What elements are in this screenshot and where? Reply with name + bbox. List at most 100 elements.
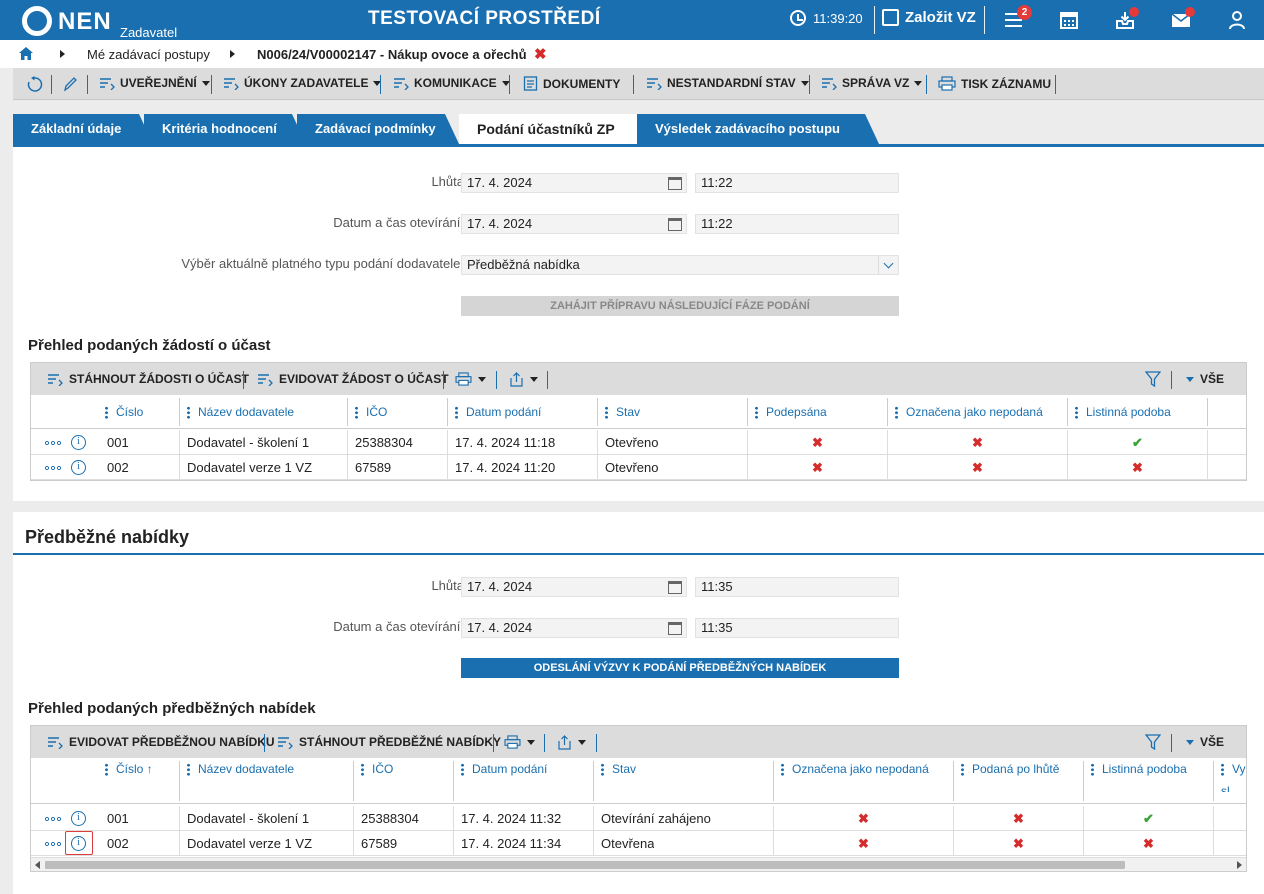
column-header-cislo[interactable]: Číslo	[97, 395, 143, 429]
column-header-stav[interactable]: Stav	[593, 758, 636, 792]
odeslani-vyzvy-button[interactable]: ODESLÁNÍ VÝZVY K PODÁNÍ PŘEDBĚŽNÝCH NABÍ…	[461, 658, 899, 678]
export-menu-button[interactable]	[509, 372, 538, 387]
table-row[interactable]: i 001 Dodavatel - školení 1 25388304 17.…	[31, 430, 1246, 455]
table-row[interactable]: i 001 Dodavatel - školení 1 25388304 17.…	[31, 806, 1246, 831]
list-action-icon	[822, 78, 837, 90]
lhuta-date-field[interactable]: 17. 4. 2024	[461, 173, 687, 193]
column-header-nepodana[interactable]: Označena jako nepodaná	[773, 758, 929, 792]
nen-logo[interactable]: NEN Zadavatel	[22, 4, 177, 40]
info-icon[interactable]: i	[71, 435, 86, 450]
filter-icon[interactable]	[1145, 371, 1161, 387]
tab-kriteria-hodnoceni[interactable]: Kritéria hodnocení	[144, 114, 306, 144]
column-header-datum[interactable]: Datum podání	[453, 758, 547, 792]
action-dokumenty[interactable]: DOKUMENTY	[523, 76, 620, 91]
close-icon[interactable]: ✖	[534, 45, 547, 63]
scroll-left-icon[interactable]	[35, 861, 40, 869]
logo-subtitle: Zadavatel	[120, 25, 178, 40]
column-menu-icon[interactable]	[105, 763, 108, 777]
calendar-icon[interactable]	[668, 622, 682, 635]
column-header-ico[interactable]: IČO	[353, 758, 393, 792]
user-icon[interactable]	[1226, 9, 1248, 31]
tab-vysledek[interactable]: Výsledek zadávacího postupu	[637, 114, 879, 144]
show-all-button[interactable]: VŠE	[1186, 372, 1224, 386]
column-header-datum[interactable]: Datum podání	[447, 395, 541, 429]
column-menu-icon[interactable]	[187, 406, 190, 420]
evidovat-predbeznou-button[interactable]: EVIDOVAT PŘEDBĚŽNOU NABÍDKU	[47, 735, 275, 749]
otevirani-date-field[interactable]: 17. 4. 2024	[461, 618, 687, 638]
action-tisk-zaznamu[interactable]: TISK ZÁZNAMU	[938, 76, 1051, 91]
column-header-listinna[interactable]: Listinná podoba	[1083, 758, 1187, 792]
action-nestandardni-stav[interactable]: NESTANDARDNÍ STAV	[646, 76, 809, 90]
column-header-ico[interactable]: IČO	[347, 395, 387, 429]
more-options-icon[interactable]	[44, 817, 62, 821]
table-row[interactable]: i 002 Dodavatel verze 1 VZ 67589 17. 4. …	[31, 455, 1246, 480]
stahnout-predbezne-button[interactable]: STÁHNOUT PŘEDBĚŽNÉ NABÍDKY	[277, 735, 501, 749]
column-menu-icon[interactable]	[605, 406, 608, 420]
column-header-nepodana[interactable]: Označena jako nepodaná	[887, 395, 1043, 429]
stahnout-zadosti-button[interactable]: STÁHNOUT ŽÁDOSTI O ÚČAST	[47, 372, 249, 386]
column-menu-icon[interactable]	[895, 406, 898, 420]
more-options-icon[interactable]	[44, 466, 62, 470]
lhuta-date-field[interactable]: 17. 4. 2024	[461, 577, 687, 597]
typ-podani-select[interactable]: Předběžná nabídka	[461, 255, 899, 275]
column-header-podepsana[interactable]: Podepsána	[747, 395, 827, 429]
column-header-truncated[interactable]: Vy sl	[1213, 758, 1246, 792]
home-icon[interactable]	[19, 47, 33, 60]
scroll-thumb[interactable]	[45, 861, 1125, 869]
calendar-icon[interactable]	[668, 218, 682, 231]
column-menu-icon[interactable]	[781, 763, 784, 777]
filter-icon[interactable]	[1145, 734, 1161, 750]
calendar-icon[interactable]	[668, 177, 682, 190]
action-ukony-zadavatele[interactable]: ÚKONY ZADAVATELE	[223, 76, 382, 90]
calendar-icon[interactable]	[668, 581, 682, 594]
evidovat-zadost-button[interactable]: EVIDOVAT ŽÁDOST O ÚČAST	[257, 372, 449, 386]
column-header-nazev[interactable]: Název dodavatele	[179, 758, 294, 792]
info-icon[interactable]: i	[71, 460, 86, 475]
print-menu-button[interactable]	[455, 372, 486, 386]
more-options-icon[interactable]	[44, 842, 62, 846]
pencil-icon[interactable]	[63, 76, 77, 92]
lhuta-time-field[interactable]: 11:35	[695, 577, 899, 597]
more-options-icon[interactable]	[44, 441, 62, 445]
column-header-nazev[interactable]: Název dodavatele	[179, 395, 294, 429]
column-menu-icon[interactable]	[1091, 763, 1094, 777]
column-menu-icon[interactable]	[355, 406, 358, 420]
column-menu-icon[interactable]	[461, 763, 464, 777]
chevron-down-icon[interactable]	[878, 256, 898, 274]
column-header-stav[interactable]: Stav	[597, 395, 640, 429]
breadcrumb-item-my-procedures[interactable]: Mé zadávací postupy	[87, 47, 210, 62]
show-all-button[interactable]: VŠE	[1186, 735, 1224, 749]
otevirani-time-field[interactable]: 11:22	[695, 214, 899, 234]
print-menu-button[interactable]	[504, 735, 535, 749]
refresh-icon[interactable]	[26, 76, 43, 93]
tab-zakladni-udaje[interactable]: Základní údaje	[13, 114, 153, 144]
zahajit-pripravu-button[interactable]: ZAHÁJIT PŘÍPRAVU NÁSLEDUJÍCÍ FÁZE PODÁNÍ	[461, 296, 899, 316]
table-row[interactable]: i 002 Dodavatel verze 1 VZ 67589 17. 4. …	[31, 831, 1246, 856]
column-menu-icon[interactable]	[601, 763, 604, 777]
column-menu-icon[interactable]	[755, 406, 758, 420]
scroll-right-icon[interactable]	[1237, 861, 1242, 869]
export-menu-button[interactable]	[557, 735, 586, 750]
column-header-listinna[interactable]: Listinná podoba	[1067, 395, 1171, 429]
column-menu-icon[interactable]	[1075, 406, 1078, 420]
otevirani-date-field[interactable]: 17. 4. 2024	[461, 214, 687, 234]
calendar-icon[interactable]	[1058, 9, 1080, 31]
column-menu-icon[interactable]	[105, 406, 108, 420]
column-header-po-lhute[interactable]: Podaná po lhůtě	[953, 758, 1059, 792]
action-komunikace[interactable]: KOMUNIKACE	[393, 76, 510, 90]
tab-zadavaci-podminky[interactable]: Zadávací podmínky	[297, 114, 459, 144]
column-menu-icon[interactable]	[361, 763, 364, 777]
column-header-cislo[interactable]: Číslo ↑	[97, 758, 153, 804]
info-icon[interactable]: i	[71, 811, 86, 826]
action-uverejneni[interactable]: UVEŘEJNĚNÍ	[99, 76, 210, 90]
otevirani-time-field[interactable]: 11:35	[695, 618, 899, 638]
column-menu-icon[interactable]	[187, 763, 190, 777]
new-vz-button[interactable]: Založit VZ	[882, 9, 976, 26]
action-sprava-vz[interactable]: SPRÁVA VZ	[821, 76, 923, 90]
horizontal-scrollbar[interactable]	[31, 857, 1246, 871]
column-menu-icon[interactable]	[1221, 763, 1224, 777]
lhuta-time-field[interactable]: 11:22	[695, 173, 899, 193]
column-menu-icon[interactable]	[455, 406, 458, 420]
tab-podani-ucastniku[interactable]: Podání účastníků ZP	[459, 114, 637, 144]
column-menu-icon[interactable]	[961, 763, 964, 777]
